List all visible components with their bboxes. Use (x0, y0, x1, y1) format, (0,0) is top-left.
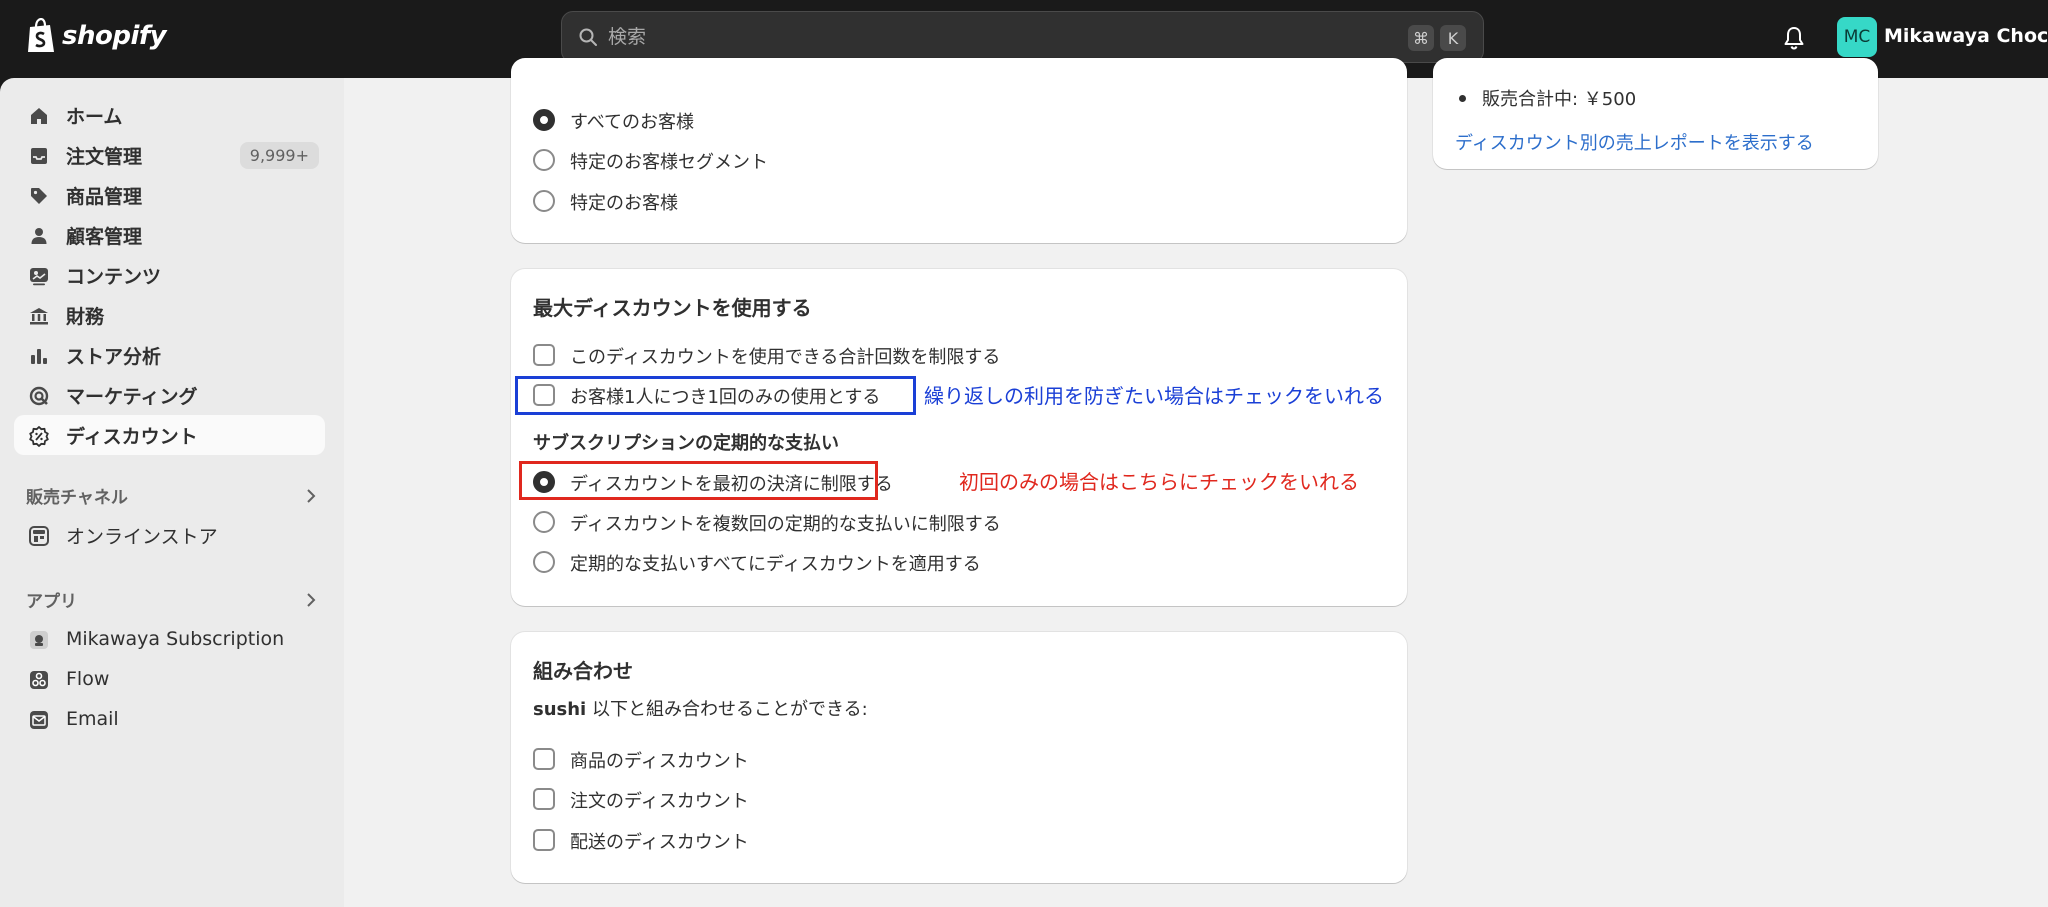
discount-icon (29, 426, 49, 447)
eligibility-card: すべてのお客様 特定のお客様セグメント 特定のお客様 (511, 58, 1407, 243)
bell-icon[interactable] (1782, 25, 1806, 51)
email-icon (30, 711, 48, 729)
subscription-title: サブスクリプションの定期的な支払い (533, 433, 839, 454)
target-icon (29, 386, 49, 406)
option-label: 配送のディスカウント (570, 832, 749, 853)
sidebar-item-label: 財務 (66, 305, 105, 328)
sidebar-item-content[interactable]: コンテンツ (14, 255, 325, 295)
sidebar-item-analytics[interactable]: ストア分析 (14, 335, 325, 375)
person-icon (31, 228, 47, 244)
sidebar-item-discounts[interactable]: ディスカウント (14, 415, 325, 455)
search-icon (579, 28, 597, 46)
sidebar-item-marketing[interactable]: マーケティング (14, 375, 325, 415)
sidebar-item-customers[interactable]: 顧客管理 (14, 215, 325, 255)
search-bar[interactable]: ⌘ K (561, 11, 1484, 63)
sidebar-item-label: ホーム (66, 105, 123, 128)
red-annotation-text: 初回のみの場合はこちらにチェックをいれる (959, 470, 1359, 494)
sidebar-item-online-store[interactable]: オンラインストア (14, 515, 325, 555)
main-content: すべてのお客様 特定のお客様セグメント 特定のお客様 販売合計中: ￥500 デ… (344, 58, 2048, 907)
store-icon (29, 526, 49, 546)
red-annotation-box (519, 461, 878, 500)
content-icon (30, 268, 48, 286)
inbox-icon (31, 148, 47, 164)
radio-all-payments[interactable] (533, 551, 555, 573)
discount-code: sushi (533, 699, 587, 720)
apps-title: アプリ (26, 592, 77, 612)
flow-icon (30, 671, 48, 689)
sidebar-item-label: コンテンツ (66, 265, 162, 288)
shortcut-k-key: K (1440, 25, 1466, 51)
blue-annotation-text: 繰り返しの利用を防ぎたい場合はチェックをいれる (924, 384, 1384, 408)
option-label: すべてのお客様 (570, 112, 695, 133)
combinations-desc-text: 以下と組み合わせることができる: (586, 699, 868, 720)
sidebar: ホーム 注文管理 9,999+ 商品管理 顧客管理 コンテンツ 財務 ストア分析… (0, 78, 344, 907)
sales-channels-title: 販売チャネル (26, 488, 128, 508)
sidebar-item-label: 商品管理 (66, 185, 143, 208)
shopify-logo[interactable]: shopify (26, 18, 167, 54)
sidebar-item-app-email[interactable]: Email (14, 699, 325, 739)
option-label: 注文のディスカウント (570, 791, 749, 812)
option-label: 商品のディスカウント (570, 751, 749, 772)
order-discount-checkbox[interactable] (533, 788, 555, 810)
sidebar-item-app-flow[interactable]: Flow (14, 659, 325, 699)
sidebar-item-finance[interactable]: 財務 (14, 295, 325, 335)
option-label: 特定のお客様 (570, 193, 678, 214)
sidebar-item-label: 注文管理 (66, 145, 143, 168)
max-uses-title: 最大ディスカウントを使用する (533, 296, 812, 320)
sidebar-item-app-subscription[interactable]: Mikawaya Subscription (14, 619, 325, 659)
bullet-dot (1459, 95, 1466, 102)
sales-total: 販売合計中: ￥500 (1482, 89, 1637, 110)
sidebar-item-label: Email (66, 708, 119, 730)
blue-annotation-box (515, 376, 916, 415)
radio-multiple-payments[interactable] (533, 511, 555, 533)
orders-count-badge: 9,999+ (239, 142, 319, 169)
option-label: 特定のお客様セグメント (570, 152, 768, 173)
option-label: 定期的な支払いすべてにディスカウントを適用する (570, 554, 981, 575)
avatar[interactable]: MC (1837, 17, 1877, 57)
search-input[interactable] (608, 12, 1308, 62)
sidebar-item-label: Flow (66, 668, 110, 690)
max-uses-card: 最大ディスカウントを使用する このディスカウントを使用できる合計回数を制限する … (511, 269, 1407, 606)
combinations-card: 組み合わせ sushi 以下と組み合わせることができる: 商品のディスカウント … (511, 632, 1407, 883)
app-icon (30, 631, 48, 649)
sidebar-item-label: 顧客管理 (66, 225, 143, 248)
sidebar-item-home[interactable]: ホーム (14, 95, 325, 135)
sidebar-item-products[interactable]: 商品管理 (14, 175, 325, 215)
shopify-wordmark: shopify (62, 21, 167, 51)
sidebar-item-label: Mikawaya Subscription (66, 628, 285, 650)
option-label: ディスカウントを複数回の定期的な支払いに制限する (570, 514, 1001, 535)
radio-specific-customers[interactable] (533, 190, 555, 212)
bank-icon (30, 308, 48, 325)
option-label: このディスカウントを使用できる合計回数を制限する (570, 347, 1001, 368)
sidebar-item-label: マーケティング (66, 385, 198, 408)
sales-report-link[interactable]: ディスカウント別の売上レポートを表示する (1455, 129, 1814, 155)
sidebar-item-label: ストア分析 (66, 345, 162, 368)
combinations-title: 組み合わせ (533, 659, 633, 683)
home-icon (31, 108, 47, 124)
shortcut-cmd-key: ⌘ (1408, 25, 1434, 51)
chevron-right-icon[interactable] (302, 487, 320, 505)
radio-all-customers[interactable] (533, 109, 555, 131)
sidebar-item-label: ディスカウント (66, 425, 198, 448)
radio-customer-segment[interactable] (533, 149, 555, 171)
tag-icon (31, 188, 47, 204)
chevron-right-icon[interactable] (302, 591, 320, 609)
summary-card: 販売合計中: ￥500 ディスカウント別の売上レポートを表示する (1433, 58, 1878, 169)
combinations-description: sushi 以下と組み合わせることができる: (533, 695, 868, 721)
sidebar-item-label: オンラインストア (66, 525, 218, 548)
store-name[interactable]: Mikawaya Choco (1884, 25, 2048, 47)
sidebar-item-orders[interactable]: 注文管理 9,999+ (14, 135, 325, 175)
bar-chart-icon (31, 349, 47, 364)
shopify-bag-icon (28, 18, 54, 52)
shipping-discount-checkbox[interactable] (533, 829, 555, 851)
product-discount-checkbox[interactable] (533, 748, 555, 770)
limit-total-checkbox[interactable] (533, 344, 555, 366)
